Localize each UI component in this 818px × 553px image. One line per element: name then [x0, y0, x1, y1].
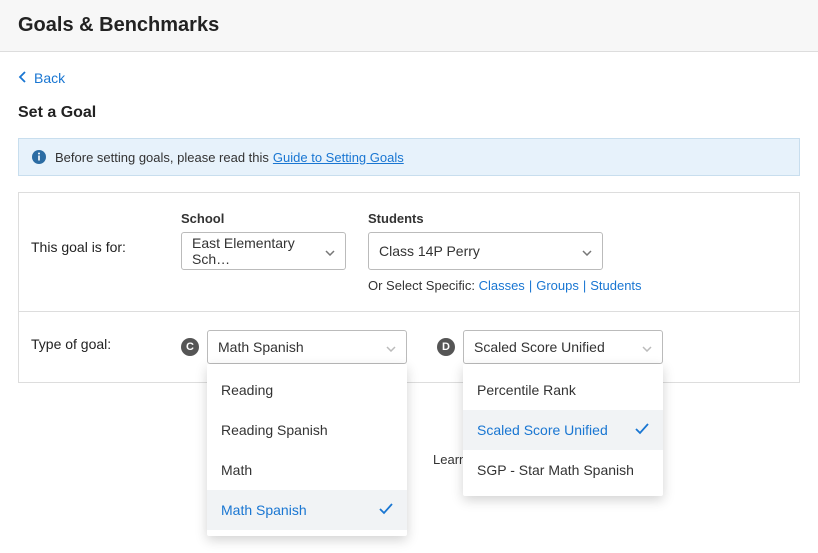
- school-value: East Elementary Sch…: [192, 235, 317, 267]
- metric-col: D Scaled Score Unified Percentile Rank S…: [437, 330, 663, 364]
- back-label: Back: [34, 70, 65, 86]
- subject-option-math[interactable]: Math: [207, 450, 407, 490]
- caret-down-icon: [642, 339, 652, 355]
- chevron-left-icon: [18, 70, 28, 86]
- subject-menu: Reading Reading Spanish Math Math Spanis…: [207, 364, 407, 536]
- badge-d: D: [437, 338, 455, 356]
- metric-option-scaled-score[interactable]: Scaled Score Unified: [463, 410, 663, 450]
- type-of-goal-row: Type of goal: C Math Spanish Reading: [19, 311, 799, 382]
- subject-option-reading-spanish[interactable]: Reading Spanish: [207, 410, 407, 450]
- metric-value: Scaled Score Unified: [474, 339, 605, 355]
- type-of-goal-label: Type of goal:: [31, 330, 181, 352]
- subject-option-reading[interactable]: Reading: [207, 370, 407, 410]
- subject-value: Math Spanish: [218, 339, 304, 355]
- info-icon: [31, 149, 47, 165]
- caret-down-icon: [386, 339, 396, 355]
- subject-option-math-spanish[interactable]: Math Spanish: [207, 490, 407, 530]
- type-row-inner: C Math Spanish Reading Reading Spanish M…: [181, 330, 693, 364]
- school-label: School: [181, 211, 346, 226]
- students-field: Students Class 14P Perry Or Select Speci…: [368, 211, 642, 293]
- badge-c: C: [181, 338, 199, 356]
- metric-option-sgp[interactable]: SGP - Star Math Spanish: [463, 450, 663, 490]
- subject-col: C Math Spanish Reading Reading Spanish M…: [181, 330, 407, 364]
- students-helper: Or Select Specific: Classes | Groups | Stude…: [368, 278, 642, 293]
- metric-option-percentile[interactable]: Percentile Rank: [463, 370, 663, 410]
- students-select[interactable]: Class 14P Perry: [368, 232, 603, 270]
- goal-for-row: This goal is for: School East Elementary…: [19, 193, 799, 311]
- helper-prefix: Or Select Specific:: [368, 278, 475, 293]
- header-bar: Goals & Benchmarks: [0, 0, 818, 52]
- school-select[interactable]: East Elementary Sch…: [181, 232, 346, 270]
- content: Back Set a Goal Before setting goals, pl…: [0, 52, 818, 401]
- classes-link[interactable]: Classes: [479, 278, 525, 293]
- separator: |: [583, 278, 586, 293]
- learn-text: Learn: [433, 452, 466, 467]
- metric-dropdown-wrap: Scaled Score Unified Percentile Rank Sca…: [463, 330, 663, 364]
- school-field: School East Elementary Sch…: [181, 211, 346, 270]
- subject-select[interactable]: Math Spanish: [207, 330, 407, 364]
- students-value: Class 14P Perry: [379, 243, 480, 259]
- subheading: Set a Goal: [18, 104, 800, 122]
- metric-select[interactable]: Scaled Score Unified: [463, 330, 663, 364]
- students-label: Students: [368, 211, 642, 226]
- goal-panel: This goal is for: School East Elementary…: [18, 192, 800, 383]
- students-link[interactable]: Students: [590, 278, 641, 293]
- separator: |: [529, 278, 532, 293]
- page-title: Goals & Benchmarks: [18, 14, 800, 37]
- metric-menu: Percentile Rank Scaled Score Unified SGP…: [463, 364, 663, 496]
- caret-down-icon: [325, 243, 335, 259]
- info-text: Before setting goals, please read this: [55, 150, 269, 165]
- subject-dropdown-wrap: Math Spanish Reading Reading Spanish Mat…: [207, 330, 407, 364]
- groups-link[interactable]: Groups: [536, 278, 579, 293]
- goal-for-label: This goal is for:: [31, 211, 181, 255]
- info-banner: Before setting goals, please read this G…: [18, 138, 800, 176]
- caret-down-icon: [582, 243, 592, 259]
- check-icon: [379, 502, 393, 518]
- info-link[interactable]: Guide to Setting Goals: [273, 150, 404, 165]
- check-icon: [635, 422, 649, 438]
- back-link[interactable]: Back: [18, 70, 65, 86]
